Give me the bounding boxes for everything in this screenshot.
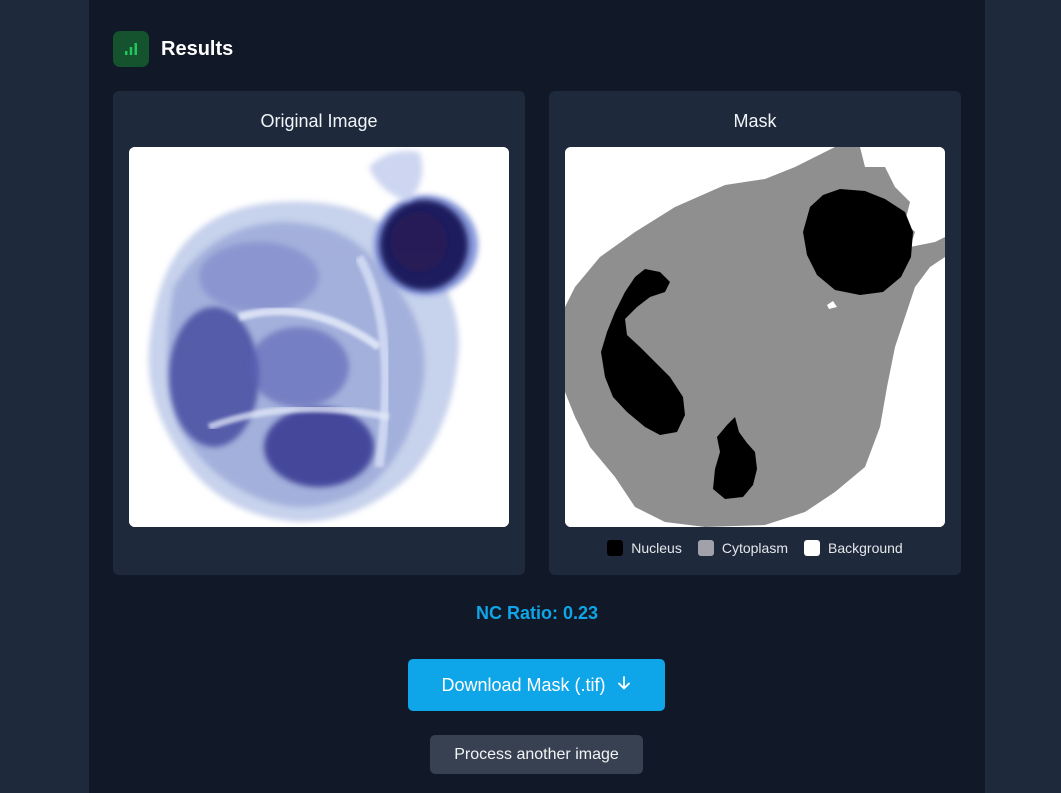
legend-label-nucleus: Nucleus [631, 540, 682, 556]
mask-legend: Nucleus Cytoplasm Background [549, 540, 961, 556]
results-panel: Results Original Image Mask Nucleus Cyto… [89, 0, 985, 793]
legend-label-background: Background [828, 540, 903, 556]
original-image-card: Original Image [113, 91, 525, 575]
original-image-title: Original Image [260, 111, 378, 131]
legend-item-cytoplasm: Cytoplasm [697, 540, 788, 556]
nc-ratio: NC Ratio: 0.23 [475, 603, 599, 623]
mask-image [565, 147, 945, 527]
background-swatch [804, 540, 820, 556]
mask-title: Mask [733, 111, 777, 131]
legend-item-background: Background [804, 540, 903, 556]
legend-item-nucleus: Nucleus [607, 540, 682, 556]
download-mask-button[interactable]: Download Mask (.tif) [408, 659, 665, 711]
legend-label-cytoplasm: Cytoplasm [721, 540, 788, 556]
nucleus-swatch [607, 540, 624, 556]
original-image [129, 147, 509, 527]
download-mask-label: Download Mask (.tif) [441, 674, 606, 695]
results-header: Results [113, 31, 233, 67]
arrow-down-icon [616, 675, 632, 696]
process-another-button[interactable]: Process another image [430, 735, 643, 774]
results-title: Results [161, 37, 234, 60]
cytoplasm-swatch [697, 540, 714, 556]
mask-card: Mask Nucleus Cytoplasm Background [549, 91, 961, 575]
bar-chart-icon [113, 31, 149, 67]
